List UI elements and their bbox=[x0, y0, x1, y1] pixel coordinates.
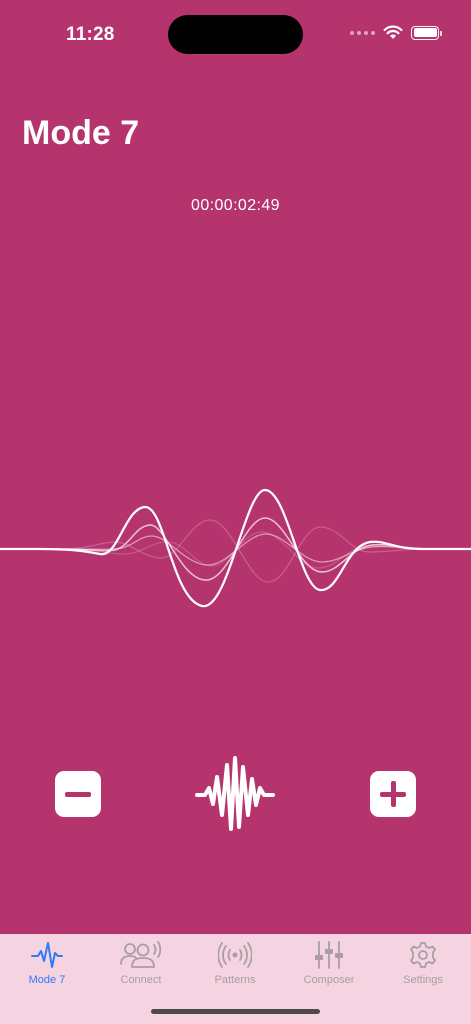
tab-label: Settings bbox=[403, 974, 443, 986]
status-time: 11:28 bbox=[66, 24, 115, 45]
tab-label: Connect bbox=[120, 974, 162, 986]
minus-icon bbox=[65, 791, 91, 797]
status-indicators bbox=[350, 25, 442, 40]
elapsed-timer: 00:00:02:49 bbox=[191, 197, 280, 214]
home-indicator bbox=[151, 1009, 320, 1014]
page-title: Mode 7 bbox=[22, 114, 140, 152]
tab-label: Composer bbox=[303, 974, 355, 986]
tab-mode-7[interactable]: Mode 7 bbox=[0, 940, 94, 992]
tab-label: Patterns bbox=[214, 974, 256, 986]
tab-settings[interactable]: Settings bbox=[376, 940, 470, 992]
tab-connect[interactable]: Connect bbox=[94, 940, 188, 992]
status-bar: 11:28 bbox=[0, 0, 471, 70]
plus-icon bbox=[380, 781, 406, 807]
people-broadcast-icon bbox=[120, 941, 162, 968]
battery-full-icon bbox=[411, 25, 442, 40]
waveform-icon bbox=[31, 942, 63, 968]
tab-composer[interactable]: Composer bbox=[282, 940, 376, 992]
decrease-button[interactable] bbox=[55, 771, 101, 817]
waveform-pulse-icon[interactable] bbox=[195, 755, 275, 835]
cellular-signal-icon bbox=[350, 30, 375, 35]
dynamic-island bbox=[168, 15, 303, 54]
tab-patterns[interactable]: Patterns bbox=[188, 940, 282, 992]
tab-label: Mode 7 bbox=[28, 974, 66, 986]
sliders-icon bbox=[315, 941, 343, 969]
waveform-visualization bbox=[0, 488, 471, 608]
wifi-icon bbox=[383, 25, 403, 39]
broadcast-icon bbox=[218, 942, 252, 968]
gear-icon bbox=[410, 942, 436, 968]
increase-button[interactable] bbox=[370, 771, 416, 817]
